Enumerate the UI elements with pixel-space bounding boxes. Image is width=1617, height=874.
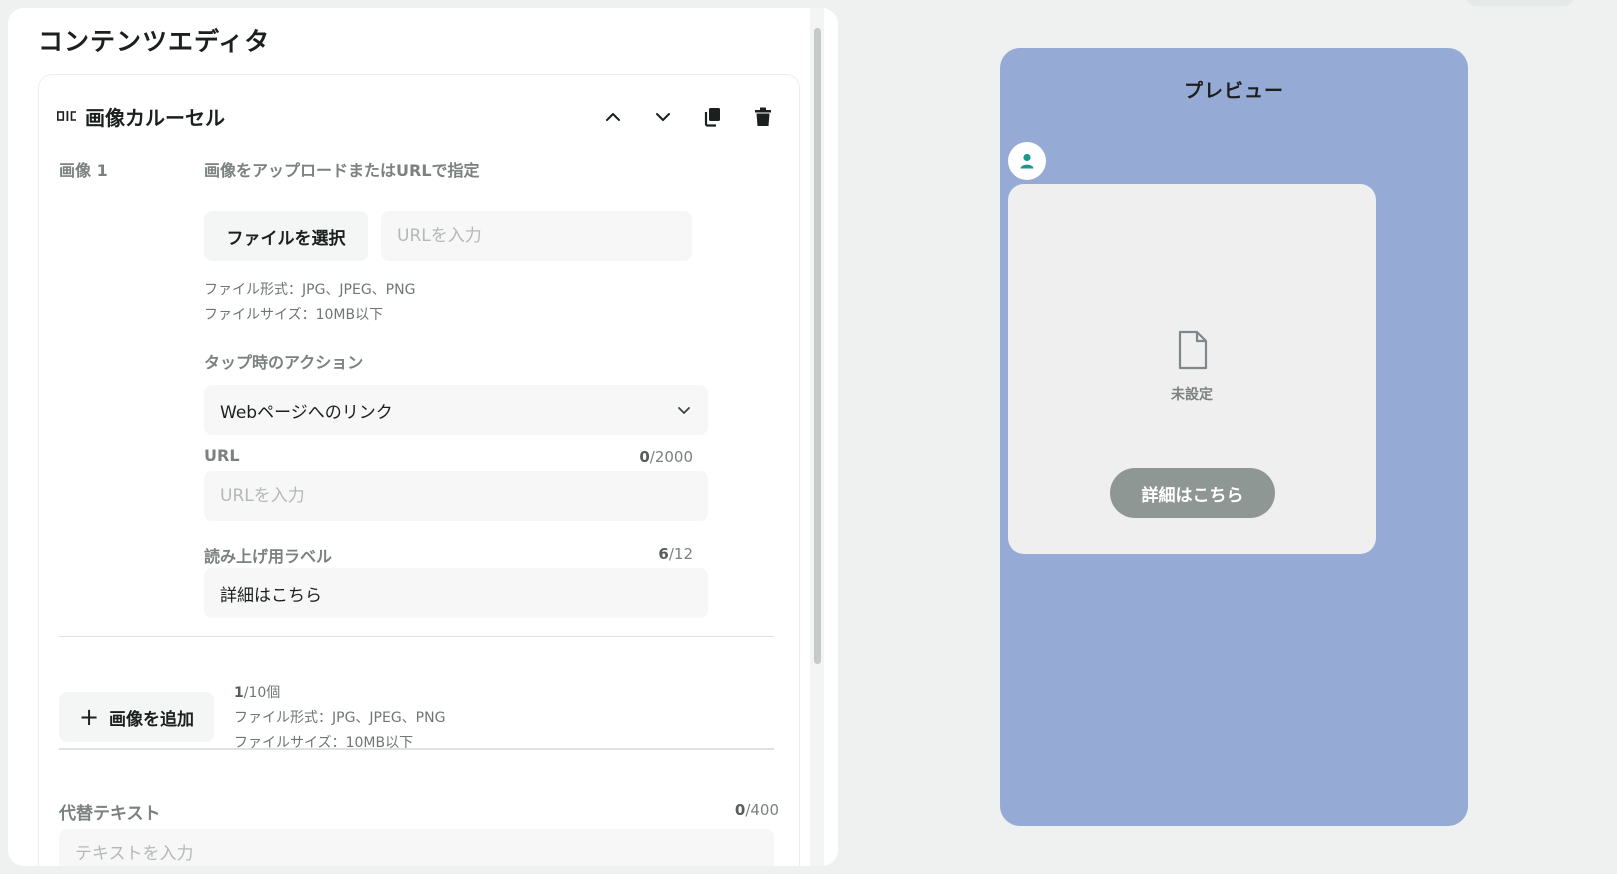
block-actions bbox=[597, 101, 779, 133]
trash-icon bbox=[755, 107, 771, 126]
unset-label: 未設定 bbox=[1171, 387, 1213, 403]
alt-text-char-counter: 0/400 bbox=[734, 801, 779, 819]
image-count: 1/10個 bbox=[234, 685, 281, 701]
detail-button[interactable]: 詳細はこちら bbox=[1110, 468, 1275, 518]
tap-action-selected: Webページへのリンク bbox=[220, 402, 393, 423]
add-image-info: 1/10個 ファイル形式：JPG、JPEG、PNG ファイルサイズ：10MB以下 bbox=[234, 681, 445, 756]
image-item-label: 画像 1 bbox=[59, 161, 108, 180]
add-image-label: 画像を追加 bbox=[109, 709, 195, 730]
aria-label-input[interactable] bbox=[204, 568, 708, 618]
block-header: 画像カルーセル bbox=[57, 101, 225, 131]
image-carousel-block: 画像カルーセル 画像 1 画像をアップロードまたはURLで指定 ファイルを選択 … bbox=[38, 74, 800, 866]
section-divider bbox=[59, 636, 774, 637]
preview-panel: プレビュー 未設定 詳細はこちら bbox=[1000, 48, 1468, 826]
file-format-hint: ファイル形式：JPG、JPEG、PNG bbox=[234, 710, 446, 726]
file-size-hint: ファイルサイズ：10MB以下 bbox=[234, 735, 414, 751]
file-format-hint: ファイル形式：JPG、JPEG、PNG bbox=[204, 282, 416, 298]
background-decoration bbox=[1465, 0, 1575, 6]
plus-icon: + bbox=[78, 703, 100, 731]
chevron-down-icon bbox=[656, 113, 670, 121]
preview-title: プレビュー bbox=[1183, 80, 1284, 102]
avatar bbox=[1008, 142, 1046, 180]
block-title: 画像カルーセル bbox=[85, 105, 225, 130]
copy-icon bbox=[704, 108, 720, 127]
image-url-input[interactable] bbox=[381, 211, 692, 261]
file-hints: ファイル形式：JPG、JPEG、PNG ファイルサイズ：10MB以下 bbox=[204, 278, 415, 328]
choose-file-button[interactable]: ファイルを選択 bbox=[204, 211, 368, 261]
carousel-card-preview: 未設定 詳細はこちら bbox=[1008, 184, 1376, 554]
aria-label-char-counter: 6/12 bbox=[658, 545, 693, 563]
image-carousel-icon bbox=[57, 111, 76, 121]
file-icon bbox=[1178, 330, 1208, 370]
editor-scrollbar[interactable] bbox=[810, 8, 824, 866]
alt-text-label: 代替テキスト bbox=[59, 804, 161, 824]
editor-title: コンテンツエディタ bbox=[38, 27, 271, 56]
url-field-label: URL bbox=[204, 446, 240, 465]
add-image-button[interactable]: + 画像を追加 bbox=[59, 692, 214, 742]
move-up-button[interactable] bbox=[597, 101, 629, 133]
tap-action-select[interactable]: Webページへのリンク bbox=[204, 385, 708, 435]
alt-text-input[interactable] bbox=[59, 829, 774, 866]
editor-scrollbar-thumb[interactable] bbox=[814, 28, 821, 664]
delete-button[interactable] bbox=[747, 101, 779, 133]
link-url-input[interactable] bbox=[204, 471, 708, 521]
duplicate-button[interactable] bbox=[697, 101, 729, 133]
chevron-down-icon bbox=[678, 407, 690, 414]
chevron-up-icon bbox=[606, 113, 620, 121]
tap-action-label: タップ時のアクション bbox=[204, 353, 364, 372]
url-char-counter: 0/2000 bbox=[639, 448, 693, 466]
section-divider bbox=[59, 748, 774, 750]
aria-label-field-label: 読み上げ用ラベル bbox=[204, 547, 333, 566]
move-down-button[interactable] bbox=[647, 101, 679, 133]
user-icon bbox=[1020, 153, 1034, 169]
file-size-hint: ファイルサイズ：10MB以下 bbox=[204, 307, 384, 323]
content-editor-panel: コンテンツエディタ 画像カルーセル 画像 1 画像をアップロードまたはURLで指… bbox=[8, 8, 838, 866]
upload-heading: 画像をアップロードまたはURLで指定 bbox=[204, 161, 480, 180]
